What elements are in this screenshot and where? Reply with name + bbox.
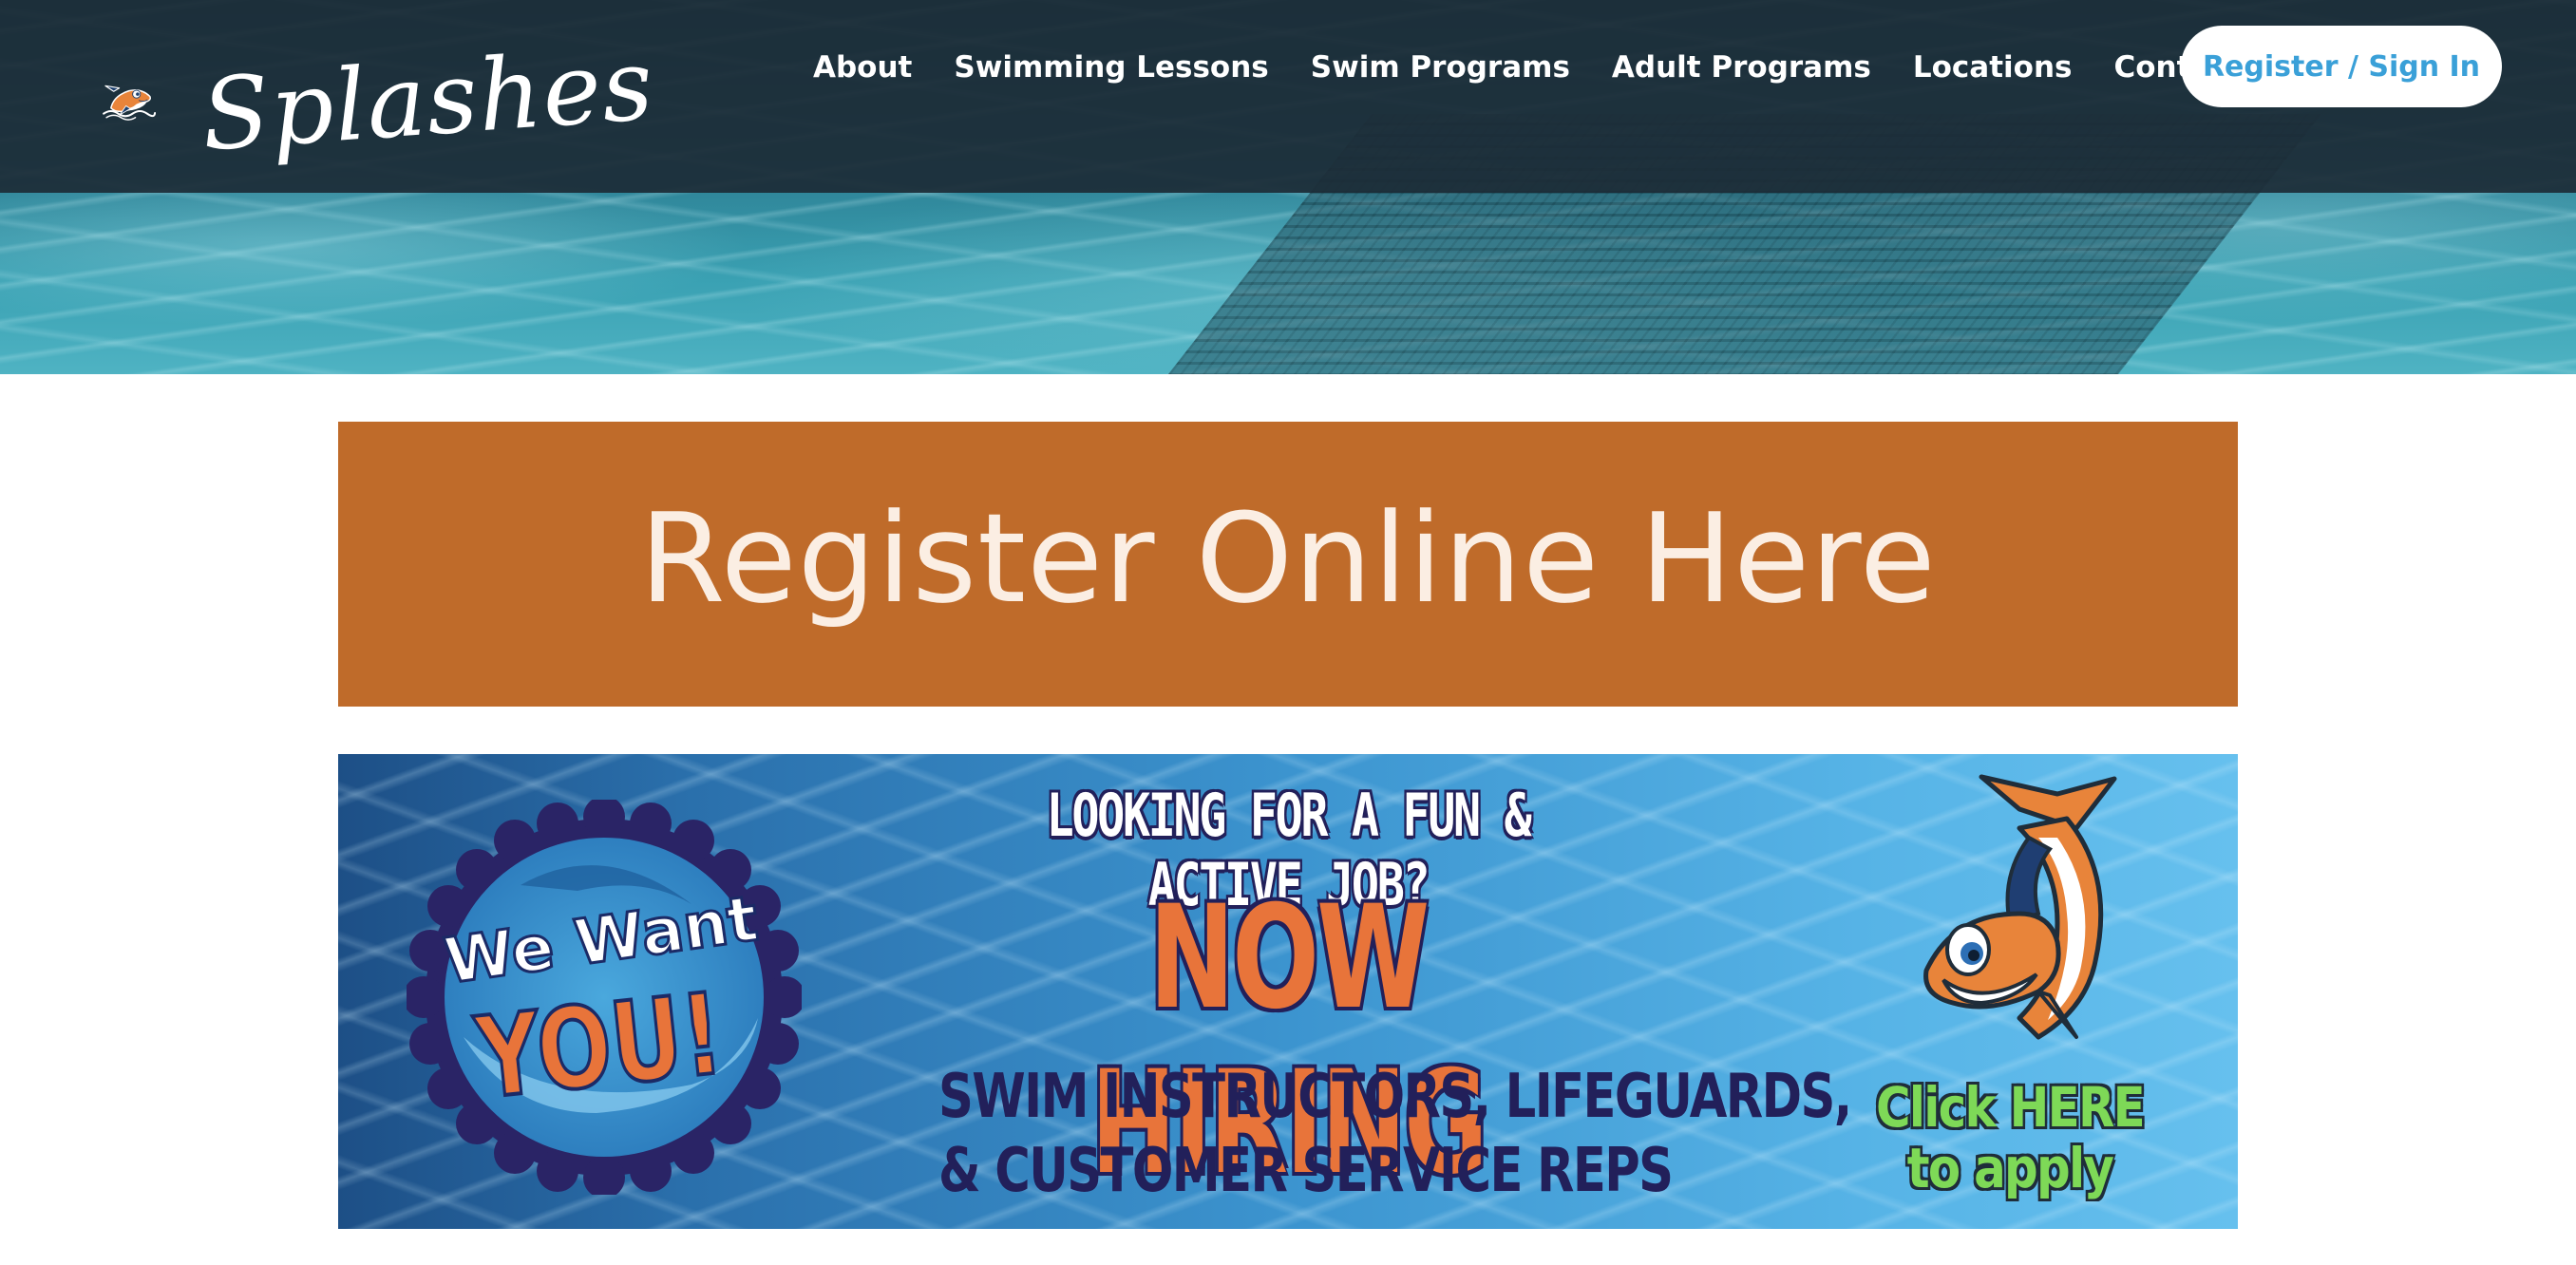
hiring-roles-line-1: SWIM INSTRUCTORS, LIFEGUARDS,	[938, 1062, 1852, 1132]
site-logo-link[interactable]: Splashes	[103, 26, 657, 174]
brand-name: Splashes	[197, 26, 657, 174]
site-header: Splashes About Swimming Lessons Swim Pro…	[0, 0, 2576, 193]
shark-mascot-icon	[1923, 774, 2117, 1040]
shark-mascot-icon	[103, 85, 156, 121]
register-sign-in-button[interactable]: Register / Sign In	[2181, 26, 2502, 107]
badge-bottom-text: YOU!	[469, 969, 729, 1124]
hiring-roles: SWIM INSTRUCTORS, LIFEGUARDS, & CUSTOMER…	[938, 1060, 1852, 1208]
register-online-banner[interactable]: Register Online Here	[338, 422, 2238, 707]
main-nav: About Swimming Lessons Swim Programs Adu…	[813, 38, 2294, 97]
nav-item-adult-programs[interactable]: Adult Programs	[1612, 50, 1871, 85]
apply-cta-line-2: to apply	[1906, 1136, 2114, 1200]
apply-cta-line-1: Click HERE	[1875, 1075, 2146, 1140]
click-here-to-apply[interactable]: Click HERE to apply	[1847, 1077, 2173, 1199]
now-hiring-banner[interactable]: We Want YOU! LOOKING FOR A FUN & ACTIVE …	[338, 754, 2238, 1229]
register-online-label: Register Online Here	[639, 486, 1937, 631]
we-want-you-badge: We Want YOU!	[407, 800, 802, 1195]
nav-item-locations[interactable]: Locations	[1913, 50, 2073, 85]
hiring-roles-line-2: & CUSTOMER SERVICE REPS	[938, 1136, 1674, 1206]
nav-item-about[interactable]: About	[813, 50, 912, 85]
nav-item-swim-programs[interactable]: Swim Programs	[1311, 50, 1570, 85]
nav-item-swimming-lessons[interactable]: Swimming Lessons	[954, 50, 1268, 85]
